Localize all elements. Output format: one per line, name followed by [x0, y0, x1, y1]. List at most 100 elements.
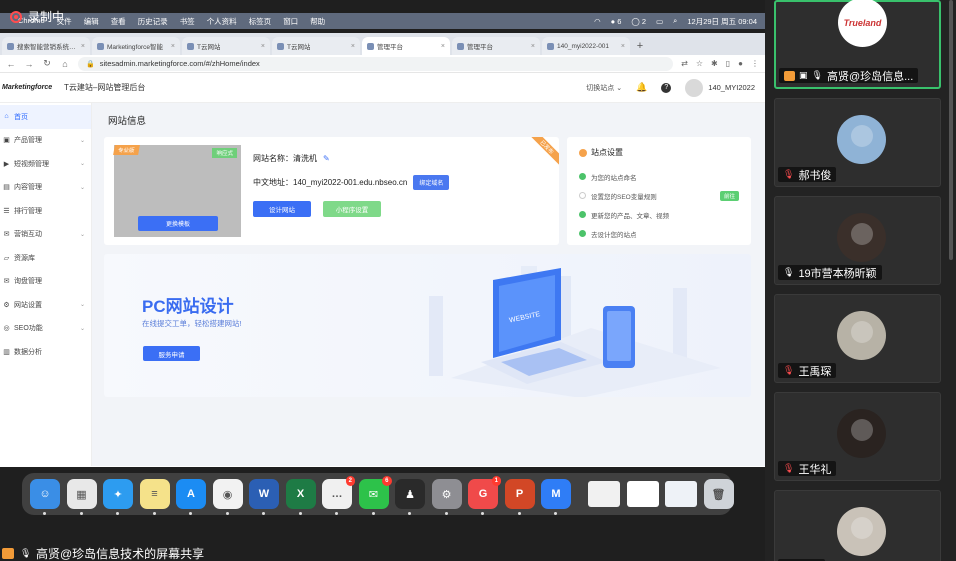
home-icon[interactable]: ⌂ — [60, 59, 70, 69]
dock-app-app-g[interactable]: G1 — [468, 476, 501, 515]
participant-tile[interactable]: 🎙朱迪 — [774, 490, 941, 561]
menubar-item[interactable]: 窗口 — [283, 16, 298, 27]
participant-tile[interactable]: 🎙 王禹琛 — [774, 294, 941, 383]
browser-tab[interactable]: T云网站 × — [272, 37, 360, 55]
dock-trash[interactable]: 🗑 — [703, 479, 734, 509]
dock-app-qq[interactable]: ♟ — [395, 479, 425, 515]
setting-step[interactable]: 去设计您的站点 — [579, 224, 739, 243]
extensions-icon[interactable]: ✱ — [711, 59, 718, 68]
sidebar-item[interactable]: ☰ 排行管理 — [0, 199, 91, 223]
dock-app-powerpoint[interactable]: P — [504, 479, 535, 515]
sidebar-item[interactable]: ▣ 产品管理 ⌄ — [0, 129, 91, 153]
switch-site-dropdown[interactable]: 切换站点 ⌄ — [586, 83, 622, 93]
translate-icon[interactable]: ⇄ — [681, 59, 688, 68]
setting-step[interactable]: 为您的站点命名 — [579, 167, 739, 186]
dock-recent-window[interactable] — [626, 481, 659, 507]
participant-tile[interactable]: Trueland ▣ 🎙 高贤@珍岛信息... — [774, 0, 941, 89]
menubar-item[interactable]: 查看 — [111, 16, 126, 27]
wechat-status-icon[interactable]: ● 6 — [611, 17, 622, 26]
dock-app-messages[interactable]: … 2 — [322, 476, 355, 515]
chat-status-icon[interactable]: ◯ 2 — [631, 17, 646, 26]
sidebar-item[interactable]: ▶ 短视频管理 ⌄ — [0, 152, 91, 176]
battery-icon[interactable]: ▭ — [656, 17, 663, 26]
reload-icon[interactable]: ↻ — [42, 58, 52, 69]
bind-domain-button[interactable]: 绑定域名 — [413, 175, 450, 190]
dock-app-wechat[interactable]: ✉ 6 — [358, 476, 392, 515]
menubar-item[interactable]: 帮助 — [310, 16, 325, 27]
browser-tab[interactable]: 管理平台 × — [452, 37, 540, 55]
participant-tile[interactable]: 🎙 郝书俊 — [774, 98, 941, 187]
recording-indicator[interactable]: 录制中 — [10, 8, 64, 25]
bell-icon[interactable]: 🔔 — [636, 82, 647, 93]
menubar-item[interactable]: 个人资料 — [207, 16, 237, 27]
setting-step[interactable]: 更新您的产品、文章、视频 — [579, 205, 739, 224]
participant-name: 19市营本杨昕颖 — [798, 267, 877, 280]
dock-app-launchpad[interactable]: ▦ — [66, 479, 97, 515]
user-menu[interactable]: 140_MYI2022 — [685, 78, 755, 97]
dock-app-excel[interactable]: X — [285, 479, 316, 515]
cms-logo[interactable]: Marketingforce — [0, 84, 60, 91]
sidebar-item[interactable]: ✉ 询盘管理 — [0, 270, 91, 294]
dock-app-lark[interactable]: M — [541, 479, 571, 515]
dock-app-chrome[interactable]: ◉ — [212, 479, 243, 515]
sidebar-item[interactable]: ▥ 数据分析 — [0, 340, 91, 364]
forward-icon[interactable]: → — [24, 59, 34, 69]
dock-recent-window[interactable] — [665, 481, 697, 507]
dock-app-finder[interactable]: ☺ — [30, 479, 60, 515]
scrollbar-thumb[interactable] — [949, 0, 953, 260]
sidebar-item[interactable]: ◎ SEO功能 ⌄ — [0, 317, 91, 341]
dock-app-notes[interactable]: ≡ — [139, 479, 170, 515]
site-address-value[interactable]: 140_myi2022-001.edu.nbseo.cn — [293, 178, 407, 187]
sidebar-item[interactable]: ✉ 营销互动 ⌄ — [0, 223, 91, 247]
close-icon[interactable]: × — [81, 43, 85, 50]
mini-program-button[interactable]: 小程序设置 — [323, 201, 381, 217]
dock-app-word[interactable]: W — [249, 479, 279, 515]
edit-icon[interactable]: ✎ — [323, 154, 330, 163]
dock-app-safari[interactable]: ✦ — [103, 479, 133, 515]
url-input[interactable]: 🔒 sitesadmin.marketingforce.com/#/zhHome… — [78, 56, 674, 71]
new-tab-button[interactable]: + — [632, 37, 648, 55]
browser-tab[interactable]: 搜索智能营销系统云平 × — [2, 37, 90, 55]
profile-icon[interactable]: ● — [738, 59, 743, 68]
close-icon[interactable]: × — [351, 43, 355, 50]
browser-tab[interactable]: Marketingforce智能 × — [92, 37, 180, 55]
service-apply-button[interactable]: 服务申请 — [143, 346, 200, 361]
close-icon[interactable]: × — [171, 43, 175, 50]
participant-tile[interactable]: 🎙 19市营本杨昕颖 — [774, 196, 941, 285]
wifi-icon[interactable]: ◠ — [594, 17, 601, 26]
participants-scrollbar[interactable] — [949, 0, 953, 561]
menubar-item[interactable]: 编辑 — [84, 16, 99, 27]
sidebar-item[interactable]: ▤ 内容管理 ⌄ — [0, 176, 91, 200]
close-icon[interactable]: × — [531, 43, 535, 50]
close-icon[interactable]: × — [441, 43, 445, 50]
close-icon[interactable]: × — [621, 43, 625, 50]
microphone-icon[interactable]: 🎙 — [20, 548, 31, 559]
sidepanel-icon[interactable]: ▯ — [726, 59, 730, 68]
menubar-item[interactable]: 历史记录 — [138, 16, 168, 27]
participant-tile[interactable]: 🎙 王华礼 — [774, 392, 941, 481]
change-template-button[interactable]: 更换模板 — [138, 216, 218, 231]
dock-recent-window[interactable] — [588, 481, 620, 507]
sidebar-item[interactable]: ▱ 资源库 — [0, 246, 91, 270]
menubar-item[interactable]: 书签 — [180, 16, 195, 27]
browser-tab[interactable]: T云网站 × — [182, 37, 270, 55]
help-icon[interactable]: ? — [661, 82, 672, 93]
close-icon[interactable]: × — [261, 43, 265, 50]
dock-app-system-settings[interactable]: ⚙ — [431, 479, 462, 515]
datetime[interactable]: 12月29日 周五 09:04 — [687, 16, 757, 27]
sidebar-item[interactable]: ⌂ 首页 — [0, 105, 91, 129]
search-icon[interactable]: ⌕ — [673, 16, 677, 26]
go-tag-button[interactable]: 前往 — [719, 190, 739, 201]
sidebar-item[interactable]: ⚙ 网站设置 ⌄ — [0, 293, 91, 317]
kebab-menu-icon[interactable]: ⋮ — [751, 59, 759, 68]
favicon-icon — [457, 42, 464, 50]
browser-tab[interactable]: 管理平台 × — [362, 37, 450, 55]
back-icon[interactable]: ← — [6, 59, 16, 69]
browser-tab[interactable]: 140_myi2022-001 × — [542, 37, 630, 55]
star-icon[interactable]: ☆ — [696, 59, 703, 68]
setting-step[interactable]: 设置您的SEO变量规则 前往 — [579, 186, 739, 205]
folder-icon: ▱ — [3, 254, 10, 262]
menubar-item[interactable]: 标签页 — [249, 16, 272, 27]
design-site-button[interactable]: 设计网站 — [253, 201, 311, 217]
dock-app-app-store[interactable]: A — [176, 479, 206, 515]
